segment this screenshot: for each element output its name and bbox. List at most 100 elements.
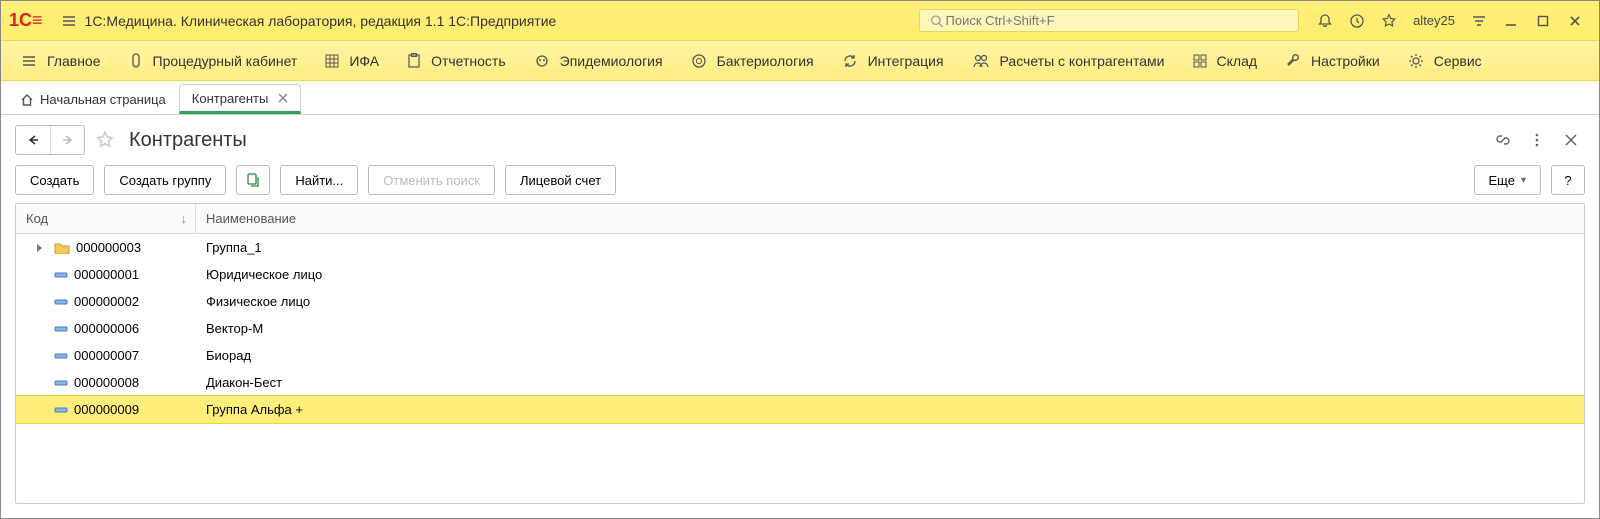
link-icon	[1495, 132, 1511, 148]
counterparties-grid: Код ↓ Наименование 000000003Группа_10000…	[15, 203, 1585, 504]
global-search[interactable]	[919, 9, 1299, 32]
table-row[interactable]: 000000001 Юридическое лицо	[16, 261, 1584, 288]
tabbar: Начальная страница Контрагенты	[1, 81, 1599, 115]
table-row[interactable]: 000000003Группа_1	[16, 234, 1584, 261]
history-button[interactable]	[1343, 7, 1371, 35]
close-icon	[1565, 134, 1577, 146]
menu-label: Расчеты с контрагентами	[1000, 53, 1165, 69]
close-window-button[interactable]	[1561, 7, 1589, 35]
notifications-button[interactable]	[1311, 7, 1339, 35]
menu-label: Процедурный кабинет	[153, 53, 298, 69]
app-logo: 1C≡	[9, 10, 43, 31]
table-row[interactable]: 000000002 Физическое лицо	[16, 288, 1584, 315]
link-button[interactable]	[1489, 126, 1517, 154]
menu-icon	[21, 53, 37, 69]
copy-button[interactable]	[236, 165, 270, 195]
menu-label: Интеграция	[868, 53, 944, 69]
create-group-button[interactable]: Создать группу	[104, 165, 226, 195]
history-icon	[1349, 13, 1365, 29]
maximize-icon	[1536, 14, 1550, 28]
sort-asc-icon: ↓	[181, 211, 188, 226]
code-value: 000000009	[74, 402, 139, 417]
item-icon	[54, 353, 68, 359]
code-value: 000000002	[74, 294, 139, 309]
cell-name: Физическое лицо	[196, 288, 1584, 315]
name-value: Биорад	[206, 348, 251, 363]
tube-icon	[129, 53, 143, 69]
menu-bacteriology[interactable]: Бактериология	[677, 41, 828, 80]
menu-label: Сервис	[1434, 53, 1482, 69]
filter-icon	[1471, 13, 1487, 29]
code-value: 000000006	[74, 321, 139, 336]
more-button[interactable]: Еще ▾	[1474, 165, 1541, 195]
name-value: Юридическое лицо	[206, 267, 322, 282]
main-menu-toggle[interactable]	[55, 7, 83, 35]
menu-ifa[interactable]: ИФА	[311, 41, 393, 80]
cell-code: 000000006	[16, 315, 196, 342]
minimize-button[interactable]	[1497, 7, 1525, 35]
create-button[interactable]: Создать	[15, 165, 94, 195]
boxes-icon	[1193, 54, 1207, 68]
favorite-toggle[interactable]	[91, 126, 119, 154]
grid-body[interactable]: 000000003Группа_1000000001 Юридическое ли…	[16, 234, 1584, 503]
table-row[interactable]: 000000007 Биорад	[16, 342, 1584, 369]
cell-code: 000000001	[16, 261, 196, 288]
current-user[interactable]: altey25	[1413, 13, 1455, 28]
grid-icon	[325, 54, 339, 68]
code-value: 000000007	[74, 348, 139, 363]
item-icon	[54, 326, 68, 332]
page-header: Контрагенты	[15, 125, 1585, 155]
home-icon	[20, 93, 34, 107]
menu-settings[interactable]: Настройки	[1271, 41, 1394, 80]
cell-code: 000000007	[16, 342, 196, 369]
name-value: Физическое лицо	[206, 294, 310, 309]
menu-label: Эпидемиология	[560, 53, 663, 69]
column-label: Код	[26, 211, 48, 226]
nav-forward-button[interactable]	[50, 126, 84, 154]
menu-integration[interactable]: Интеграция	[828, 41, 958, 80]
name-value: Группа Альфа +	[206, 402, 303, 417]
table-row[interactable]: 000000009 Группа Альфа +	[16, 396, 1584, 423]
tab-close-button[interactable]	[278, 93, 288, 103]
find-button[interactable]: Найти...	[280, 165, 358, 195]
menu-label: ИФА	[349, 53, 379, 69]
panel-options-button[interactable]	[1465, 7, 1493, 35]
cell-name: Группа Альфа +	[196, 396, 1584, 423]
page-title: Контрагенты	[129, 129, 247, 152]
item-icon	[54, 380, 68, 386]
close-icon	[1568, 14, 1582, 28]
menu-billing[interactable]: Расчеты с контрагентами	[958, 41, 1179, 80]
menu-procedure-room[interactable]: Процедурный кабинет	[115, 41, 312, 80]
cell-name: Вектор-М	[196, 315, 1584, 342]
global-search-input[interactable]	[944, 12, 1289, 29]
minimize-icon	[1504, 14, 1518, 28]
menu-reports[interactable]: Отчетность	[393, 41, 520, 80]
expand-marker[interactable]	[26, 243, 54, 253]
tab-counterparties[interactable]: Контрагенты	[179, 84, 302, 114]
favorites-button[interactable]	[1375, 7, 1403, 35]
nav-back-button[interactable]	[16, 126, 50, 154]
menu-epidemiology[interactable]: Эпидемиология	[520, 41, 677, 80]
menu-main[interactable]: Главное	[7, 41, 115, 80]
cell-code: 000000009	[16, 396, 196, 423]
help-button[interactable]: ?	[1551, 165, 1585, 195]
column-header-code[interactable]: Код ↓	[16, 204, 196, 233]
item-icon	[54, 299, 68, 305]
table-row[interactable]: 000000006 Вектор-М	[16, 315, 1584, 342]
menu-service[interactable]: Сервис	[1394, 41, 1496, 80]
account-button[interactable]: Лицевой счет	[505, 165, 616, 195]
code-value: 000000003	[76, 240, 141, 255]
close-page-button[interactable]	[1557, 126, 1585, 154]
cell-name: Юридическое лицо	[196, 261, 1584, 288]
sync-icon	[842, 53, 858, 69]
people-icon	[972, 54, 990, 68]
column-header-name[interactable]: Наименование	[196, 204, 1584, 233]
more-actions-button[interactable]	[1523, 126, 1551, 154]
star-icon	[95, 130, 115, 150]
tab-home[interactable]: Начальная страница	[7, 84, 179, 114]
name-value: Диакон-Бест	[206, 375, 282, 390]
table-row[interactable]: 000000008Диакон-Бест	[16, 369, 1584, 396]
menu-warehouse[interactable]: Склад	[1179, 41, 1272, 80]
maximize-button[interactable]	[1529, 7, 1557, 35]
menu-label: Настройки	[1311, 53, 1380, 69]
